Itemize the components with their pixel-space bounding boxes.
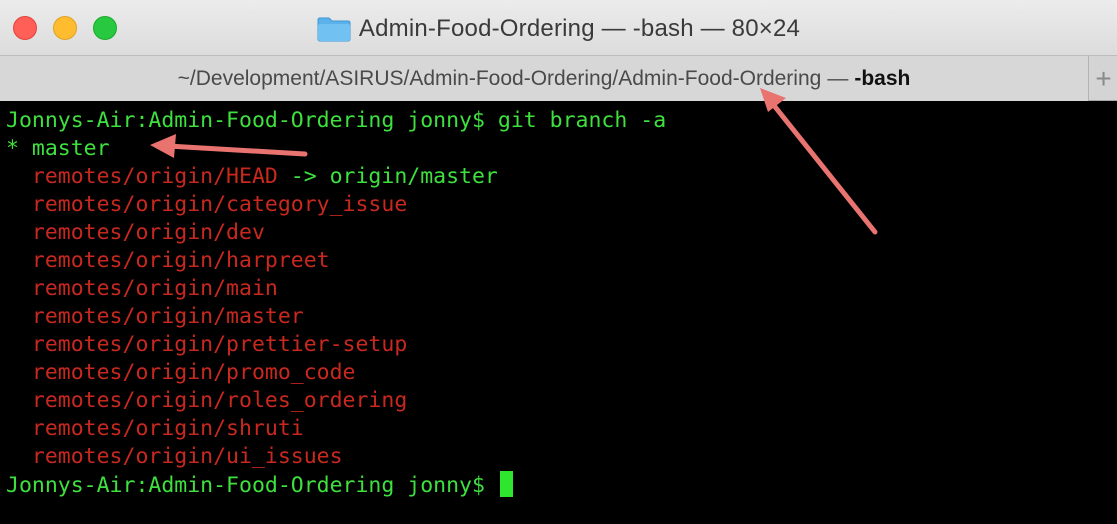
remote-branch: remotes/origin/harpreet xyxy=(6,248,330,273)
new-tab-button[interactable]: + xyxy=(1090,56,1117,101)
terminal-window: Admin-Food-Ordering — -bash — 80×24 ~/De… xyxy=(0,0,1117,524)
remote-branch: remotes/origin/roles_ordering xyxy=(6,388,408,413)
tab-bar: ~/Development/ASIRUS/Admin-Food-Ordering… xyxy=(0,55,1117,101)
tab-separator: — xyxy=(827,66,849,90)
text-cursor xyxy=(499,471,513,497)
tab-process: -bash xyxy=(854,66,911,90)
head-ref: remotes/origin/HEAD xyxy=(6,164,278,189)
head-arrow: -> origin/master xyxy=(277,164,498,189)
terminal-output[interactable]: Jonnys-Air:Admin-Food-Ordering jonny$ gi… xyxy=(0,101,1117,524)
tab-path: ~/Development/ASIRUS/Admin-Food-Ordering… xyxy=(177,66,822,90)
command-line: Jonnys-Air:Admin-Food-Ordering jonny$ gi… xyxy=(6,108,667,133)
title-bar[interactable]: Admin-Food-Ordering — -bash — 80×24 xyxy=(0,0,1117,55)
head-ref-line: remotes/origin/HEAD -> origin/master xyxy=(6,163,498,191)
remote-branch: remotes/origin/master xyxy=(6,304,304,329)
window-title-group: Admin-Food-Ordering — -bash — 80×24 xyxy=(0,12,1117,46)
prompt-line[interactable]: Jonnys-Air:Admin-Food-Ordering jonny$ xyxy=(6,471,513,499)
prompt: Jonnys-Air:Admin-Food-Ordering jonny$ xyxy=(6,473,498,498)
current-branch: * master xyxy=(6,136,110,161)
remote-branch: remotes/origin/dev xyxy=(6,220,265,245)
remote-branch: remotes/origin/main xyxy=(6,276,278,301)
remote-branch: remotes/origin/promo_code xyxy=(6,360,356,385)
remote-branch: remotes/origin/shruti xyxy=(6,416,304,441)
remote-branch: remotes/origin/prettier-setup xyxy=(6,332,408,357)
remote-branch: remotes/origin/ui_issues xyxy=(6,444,343,469)
remote-branch: remotes/origin/category_issue xyxy=(6,192,408,217)
folder-icon xyxy=(317,16,351,42)
window-title: Admin-Food-Ordering — -bash — 80×24 xyxy=(358,15,801,42)
tab-bash[interactable]: ~/Development/ASIRUS/Admin-Food-Ordering… xyxy=(0,56,1089,101)
